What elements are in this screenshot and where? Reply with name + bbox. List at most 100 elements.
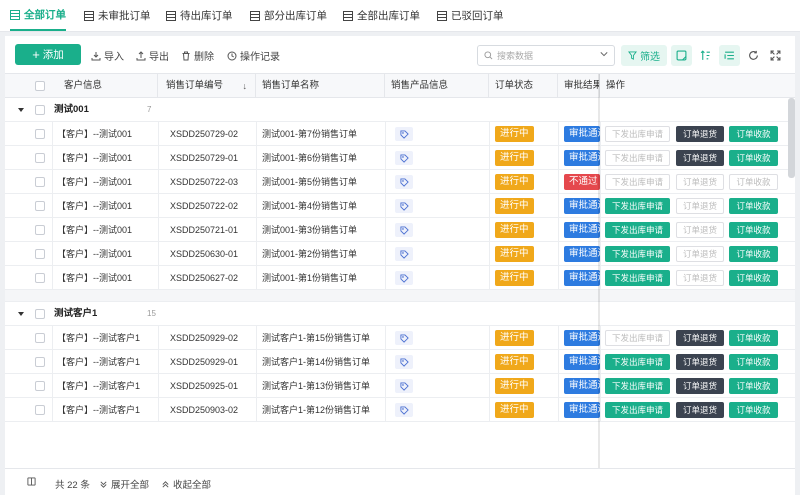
table-row[interactable]: 【客户】--测试001 XSDD250721-01 测试001-第3份销售订单 进行中… [5,218,795,242]
group-row[interactable]: 测试001 7 [5,98,795,122]
vertical-scrollbar[interactable] [788,98,795,178]
order-return-button[interactable]: 订单退货 [676,402,724,418]
order-return-button[interactable]: 订单退货 [676,150,724,166]
delete-button[interactable]: 删除 [181,48,214,63]
row-checkbox[interactable] [35,201,45,211]
order-return-button[interactable]: 订单退货 [676,246,724,262]
tag-view-button[interactable] [671,45,692,66]
issue-outbound-request-button[interactable]: 下发出库申请 [605,270,670,286]
product-info-icon[interactable] [395,247,413,261]
sort-button[interactable] [695,45,716,66]
tab-partial-outbound[interactable]: 部分出库订单 [250,0,327,31]
sort-arrow-icon[interactable]: ↓ [243,74,248,98]
table-row[interactable]: 【客户】--测试客户1 XSDD250929-01 测试客户1-第14份销售订单 进行… [5,350,795,374]
tab-all-outbound[interactable]: 全部出库订单 [343,0,420,31]
group-button[interactable] [719,45,740,66]
table-row[interactable]: 【客户】--测试客户1 XSDD250929-02 测试客户1-第15份销售订单 进行… [5,326,795,350]
table-row[interactable]: 【客户】--测试001 XSDD250729-01 测试001-第6份销售订单 进行中… [5,146,795,170]
search-input[interactable]: 搜索数据 [477,45,615,66]
issue-outbound-request-button[interactable]: 下发出库申请 [605,174,670,190]
column-order-name[interactable]: 销售订单名称 [256,74,385,98]
product-info-icon[interactable] [395,199,413,213]
column-customer[interactable]: 客户信息 [52,74,158,98]
order-payment-button[interactable]: 订单收款 [729,198,778,214]
order-payment-button[interactable]: 订单收款 [729,246,778,262]
row-checkbox[interactable] [35,177,45,187]
product-info-icon[interactable] [395,175,413,189]
row-checkbox[interactable] [35,273,45,283]
product-info-icon[interactable] [395,271,413,285]
tab-rejected-orders[interactable]: 已驳回订单 [437,0,504,31]
group-checkbox[interactable] [35,105,45,115]
column-approval-result[interactable]: 审批结果 [558,74,600,98]
tab-unapproved-orders[interactable]: 未审批订单 [84,0,151,31]
issue-outbound-request-button[interactable]: 下发出库申请 [605,378,670,394]
collapse-caret-icon[interactable] [18,312,24,316]
fullscreen-button[interactable] [765,45,786,66]
table-row[interactable]: 【客户】--测试001 XSDD250729-02 测试001-第7份销售订单 进行中… [5,122,795,146]
import-button[interactable]: 导入 [91,48,124,63]
row-checkbox[interactable] [35,225,45,235]
issue-outbound-request-button[interactable]: 下发出库申请 [605,222,670,238]
collapse-all-button[interactable]: 收起全部 [161,477,211,491]
issue-outbound-request-button[interactable]: 下发出库申请 [605,246,670,262]
refresh-button[interactable] [743,45,764,66]
product-info-icon[interactable] [395,223,413,237]
row-checkbox[interactable] [35,333,45,343]
expand-all-button[interactable]: 展开全部 [99,477,149,491]
product-info-icon[interactable] [395,127,413,141]
product-info-icon[interactable] [395,379,413,393]
order-payment-button[interactable]: 订单收款 [729,222,778,238]
group-row[interactable]: 测试客户1 15 [5,302,795,326]
table-row[interactable]: 【客户】--测试客户1 XSDD250925-01 测试客户1-第13份销售订单 进行… [5,374,795,398]
issue-outbound-request-button[interactable]: 下发出库申请 [605,150,670,166]
order-return-button[interactable]: 订单退货 [676,174,724,190]
order-return-button[interactable]: 订单退货 [676,330,724,346]
table-row[interactable]: 【客户】--测试客户1 XSDD250903-02 测试客户1-第12份销售订单 进行… [5,398,795,422]
column-product-info[interactable]: 销售产品信息 [385,74,489,98]
table-row[interactable]: 【客户】--测试001 XSDD250627-02 测试001-第1份销售订单 进行中… [5,266,795,290]
order-return-button[interactable]: 订单退货 [676,270,724,286]
table-row[interactable]: 【客户】--测试001 XSDD250722-03 测试001-第5份销售订单 进行中… [5,170,795,194]
issue-outbound-request-button[interactable]: 下发出库申请 [605,330,670,346]
row-checkbox[interactable] [35,405,45,415]
group-checkbox[interactable] [35,309,45,319]
order-payment-button[interactable]: 订单收款 [729,174,778,190]
collapse-caret-icon[interactable] [18,108,24,112]
order-payment-button[interactable]: 订单收款 [729,378,778,394]
issue-outbound-request-button[interactable]: 下发出库申请 [605,198,670,214]
column-settings-button[interactable] [27,477,36,486]
row-checkbox[interactable] [35,381,45,391]
order-return-button[interactable]: 订单退货 [676,354,724,370]
column-order-code[interactable]: 销售订单编号 ↓ [158,74,256,98]
order-payment-button[interactable]: 订单收款 [729,126,778,142]
tab-pending-outbound[interactable]: 待出库订单 [166,0,233,31]
product-info-icon[interactable] [395,355,413,369]
order-payment-button[interactable]: 订单收款 [729,270,778,286]
order-return-button[interactable]: 订单退货 [676,198,724,214]
order-payment-button[interactable]: 订单收款 [729,150,778,166]
filter-button[interactable]: 筛选 [621,45,667,66]
order-return-button[interactable]: 订单退货 [676,222,724,238]
order-return-button[interactable]: 订单退货 [676,378,724,394]
operation-log-button[interactable]: 操作记录 [227,48,280,63]
table-row[interactable]: 【客户】--测试001 XSDD250630-01 测试001-第2份销售订单 进行中… [5,242,795,266]
column-order-status[interactable]: 订单状态 [489,74,558,98]
issue-outbound-request-button[interactable]: 下发出库申请 [605,354,670,370]
product-info-icon[interactable] [395,403,413,417]
issue-outbound-request-button[interactable]: 下发出库申请 [605,126,670,142]
order-payment-button[interactable]: 订单收款 [729,402,778,418]
row-checkbox[interactable] [35,249,45,259]
order-payment-button[interactable]: 订单收款 [729,330,778,346]
add-button[interactable]: + 添加 [15,44,81,65]
order-payment-button[interactable]: 订单收款 [729,354,778,370]
select-all-checkbox[interactable] [35,81,45,91]
table-row[interactable]: 【客户】--测试001 XSDD250722-02 测试001-第4份销售订单 进行中… [5,194,795,218]
product-info-icon[interactable] [395,331,413,345]
row-checkbox[interactable] [35,357,45,367]
export-button[interactable]: 导出 [136,48,169,63]
row-checkbox[interactable] [35,129,45,139]
product-info-icon[interactable] [395,151,413,165]
order-return-button[interactable]: 订单退货 [676,126,724,142]
issue-outbound-request-button[interactable]: 下发出库申请 [605,402,670,418]
